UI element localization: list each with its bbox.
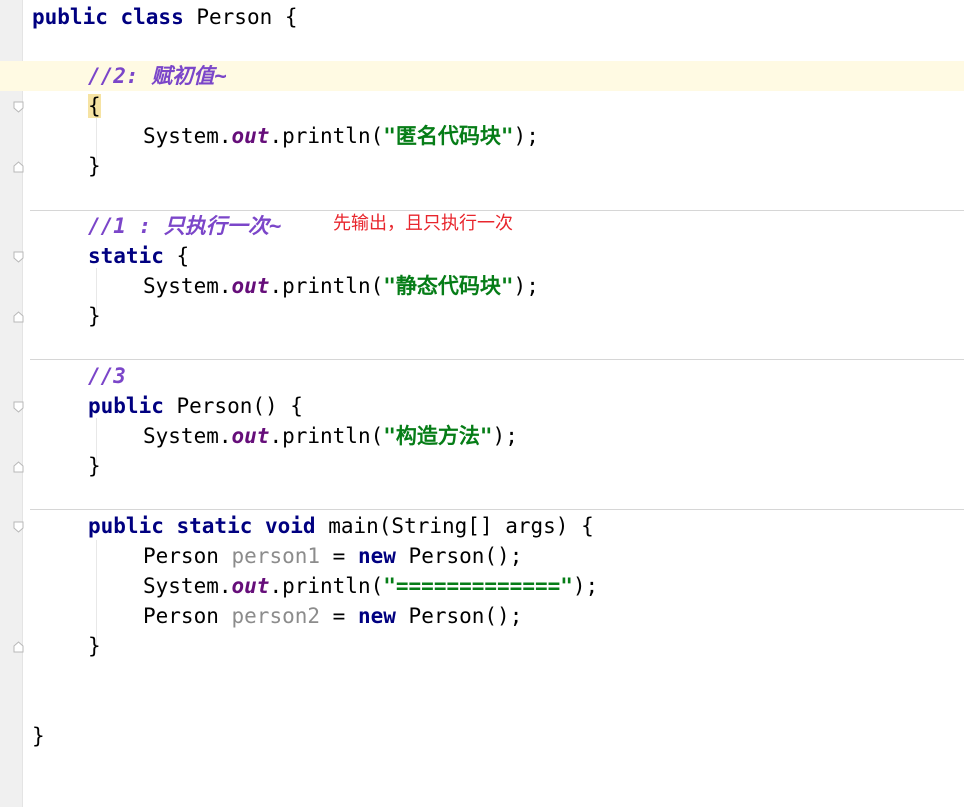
main-signature: main(String[] args) { xyxy=(315,514,594,538)
code-line-println-4[interactable]: System.out.println("============="); xyxy=(143,571,598,601)
code-line-comment-static[interactable]: //1 : 只执行一次~ xyxy=(88,211,282,241)
fold-open-icon[interactable] xyxy=(13,521,24,533)
out-field: out xyxy=(231,124,270,148)
code-line-comment-ctor[interactable]: //3 xyxy=(88,361,126,391)
string-literal: "=============" xyxy=(383,574,573,598)
keyword: static xyxy=(88,244,164,268)
code-line-person2[interactable]: Person person2 = new Person(); xyxy=(143,601,522,631)
keyword: public static void xyxy=(88,514,316,538)
call-end: ); xyxy=(513,274,539,298)
keyword: public xyxy=(88,394,164,418)
call-end: ); xyxy=(492,424,518,448)
comment: //1 : 只执行一次~ xyxy=(88,214,282,238)
code-line-init-open[interactable]: { xyxy=(88,91,101,121)
fold-open-icon[interactable] xyxy=(13,101,24,113)
brace-close: } xyxy=(88,154,101,178)
code-line-ctor[interactable]: public Person() { xyxy=(88,391,303,421)
fold-close-icon[interactable] xyxy=(13,641,24,653)
keyword: public class xyxy=(32,5,197,29)
assign: = xyxy=(320,604,358,628)
code-line-main-close[interactable]: } xyxy=(88,631,101,661)
assign: = xyxy=(320,544,358,568)
system-ref: System. xyxy=(143,274,232,298)
out-field: out xyxy=(231,574,270,598)
brace-open-highlighted: { xyxy=(88,94,101,118)
system-ref: System. xyxy=(143,124,232,148)
comment: //2: 赋初值~ xyxy=(88,64,227,88)
code-line-person1[interactable]: Person person1 = new Person(); xyxy=(143,541,522,571)
brace-close: } xyxy=(88,304,101,328)
variable-unused: person2 xyxy=(231,604,321,628)
out-field: out xyxy=(231,424,270,448)
fold-open-icon[interactable] xyxy=(13,251,24,263)
class-name: Person { xyxy=(196,5,298,29)
comment: //3 xyxy=(88,364,126,388)
string-literal: "构造方法" xyxy=(383,424,493,448)
variable-unused: person1 xyxy=(231,544,321,568)
string-literal: "匿名代码块" xyxy=(383,124,514,148)
system-ref: System. xyxy=(143,574,232,598)
ctor-call: Person(); xyxy=(395,604,523,628)
code-line-static[interactable]: static { xyxy=(88,241,189,271)
fold-open-icon[interactable] xyxy=(13,401,24,413)
code-line-main[interactable]: public static void main(String[] args) { xyxy=(88,511,594,541)
brace-close: } xyxy=(88,634,101,658)
code-line-static-close[interactable]: } xyxy=(88,301,101,331)
println-call: .println( xyxy=(269,424,384,448)
annotation-note: 先输出，且只执行一次 xyxy=(333,213,513,234)
system-ref: System. xyxy=(143,424,232,448)
code-line-println-1[interactable]: System.out.println("匿名代码块"); xyxy=(143,121,539,151)
keyword: new xyxy=(357,544,396,568)
println-call: .println( xyxy=(269,574,384,598)
brace-close: } xyxy=(88,454,101,478)
ctor-call: Person(); xyxy=(395,544,523,568)
keyword: new xyxy=(357,604,396,628)
code-line-class-close[interactable]: } xyxy=(32,721,45,751)
fold-close-icon[interactable] xyxy=(13,461,24,473)
fold-close-icon[interactable] xyxy=(13,161,24,173)
call-end: ); xyxy=(572,574,599,598)
fold-close-icon[interactable] xyxy=(13,311,24,323)
method-separator xyxy=(30,509,964,510)
ctor-signature: Person() { xyxy=(163,394,303,418)
brace-open: { xyxy=(163,244,190,268)
println-call: .println( xyxy=(269,124,384,148)
type-name: Person xyxy=(143,544,232,568)
out-field: out xyxy=(231,274,270,298)
string-literal: "静态代码块" xyxy=(383,274,514,298)
println-call: .println( xyxy=(269,274,384,298)
code-line-println-3[interactable]: System.out.println("构造方法"); xyxy=(143,421,518,451)
code-line-comment-init[interactable]: //2: 赋初值~ xyxy=(88,61,227,91)
code-line-class-decl[interactable]: public class Person { xyxy=(32,2,298,32)
type-name: Person xyxy=(143,604,232,628)
call-end: ); xyxy=(513,124,539,148)
brace-close: } xyxy=(32,724,45,748)
code-line-println-2[interactable]: System.out.println("静态代码块"); xyxy=(143,271,539,301)
method-separator xyxy=(30,359,964,360)
code-line-ctor-close[interactable]: } xyxy=(88,451,101,481)
code-line-init-close[interactable]: } xyxy=(88,151,101,181)
indent-guide xyxy=(96,540,97,645)
